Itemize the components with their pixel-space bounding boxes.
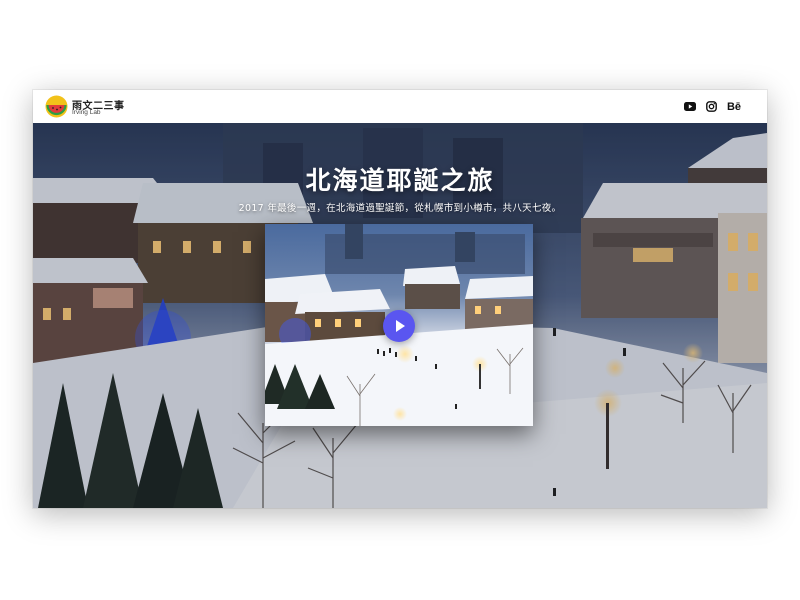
hero-subtitle: 2017 年最後一週，在北海道過聖誕節，從札幌市到小樽市，共八天七夜。 bbox=[238, 203, 562, 214]
watermelon-logo-icon bbox=[45, 95, 68, 118]
site-header: 雨文二三事 Irving Lab Bē bbox=[33, 90, 767, 123]
site-logo[interactable]: 雨文二三事 Irving Lab bbox=[45, 94, 155, 119]
instagram-icon[interactable] bbox=[706, 101, 717, 113]
youtube-icon[interactable] bbox=[683, 101, 696, 113]
play-button[interactable] bbox=[383, 310, 415, 342]
behance-icon[interactable]: Bē bbox=[727, 101, 741, 113]
social-links: Bē bbox=[683, 100, 741, 113]
hero-banner: 北海道耶誕之旅 2017 年最後一週，在北海道過聖誕節，從札幌市到小樽市，共八天… bbox=[33, 123, 767, 508]
logo-subtitle: Irving Lab bbox=[72, 109, 101, 116]
browser-page: 雨文二三事 Irving Lab Bē 北海道耶誕之旅 2017 年最後一週，在… bbox=[33, 90, 767, 508]
hero-title: 北海道耶誕之旅 bbox=[305, 166, 495, 195]
video-player[interactable] bbox=[265, 224, 533, 426]
